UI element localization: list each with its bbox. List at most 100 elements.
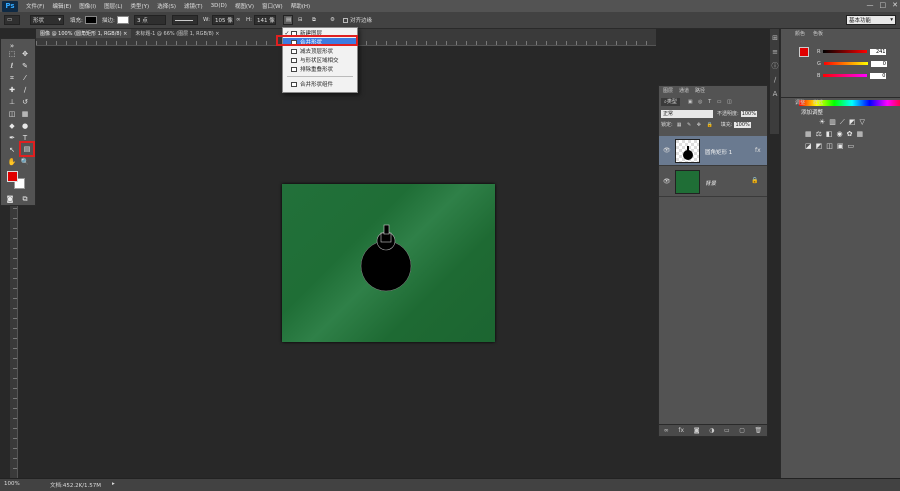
- chevron-right-icon[interactable]: ▸: [112, 481, 115, 487]
- menu-help[interactable]: 帮助(H): [291, 2, 310, 10]
- fill-field[interactable]: 100%: [734, 121, 751, 128]
- color-panel-foreground[interactable]: [799, 47, 809, 57]
- tab-styles[interactable]: 样式: [813, 99, 823, 106]
- tab-color[interactable]: 颜色: [795, 30, 805, 37]
- dodge-tool-icon[interactable]: ●: [20, 121, 30, 131]
- trash-icon[interactable]: 🗑: [755, 427, 763, 434]
- opacity-field[interactable]: 100%: [740, 110, 757, 117]
- photo-filter-icon[interactable]: ◉: [837, 130, 843, 138]
- character-panel-icon[interactable]: A: [770, 89, 780, 99]
- properties-panel-icon[interactable]: ≡: [770, 47, 780, 57]
- stamp-tool-icon[interactable]: ⊥: [7, 97, 17, 107]
- exposure-icon[interactable]: ◩: [849, 118, 856, 127]
- menu-image[interactable]: 图像(I): [79, 2, 96, 10]
- move-tool-icon[interactable]: ✥: [20, 49, 30, 59]
- gear-icon[interactable]: ⚙: [330, 15, 335, 25]
- blur-tool-icon[interactable]: ◆: [7, 121, 17, 131]
- blue-slider[interactable]: B 0: [817, 72, 900, 79]
- brush-tool-icon[interactable]: ∕: [20, 85, 30, 95]
- group-icon[interactable]: ▭: [724, 427, 730, 434]
- fill-control[interactable]: 填充:: [70, 15, 97, 25]
- crop-tool-icon[interactable]: ⌗: [7, 73, 17, 83]
- black-white-icon[interactable]: ◧: [826, 130, 833, 138]
- eye-icon[interactable]: 👁: [663, 147, 671, 154]
- eraser-tool-icon[interactable]: ◫: [7, 109, 17, 119]
- filter-icons[interactable]: ▣ ◎ T ▭ ◫: [688, 99, 734, 105]
- width-field[interactable]: W: 105 像: [203, 15, 234, 25]
- fx-icon[interactable]: fx: [678, 427, 684, 434]
- menu-window[interactable]: 窗口(W): [262, 2, 283, 10]
- marquee-tool-icon[interactable]: ⬚: [7, 49, 17, 59]
- info-panel-icon[interactable]: ⓘ: [770, 61, 780, 71]
- gradient-map-icon[interactable]: ▭: [848, 142, 855, 150]
- posterize-icon[interactable]: ◩: [816, 142, 823, 150]
- align-edges-checkbox[interactable]: 对齐边缘: [343, 15, 372, 25]
- layer-rounded-rect-1[interactable]: 👁 圆角矩形 1 fx: [659, 136, 767, 166]
- menu-intersect-shape-areas[interactable]: 与形状区域相交: [283, 56, 357, 64]
- tab-adjustments[interactable]: 调整: [795, 99, 805, 106]
- channel-mixer-icon[interactable]: ✿: [847, 130, 853, 138]
- quick-select-tool-icon[interactable]: ✎: [20, 61, 30, 71]
- link-icon[interactable]: ∞: [236, 15, 241, 25]
- new-layer-icon[interactable]: ▢: [739, 427, 745, 434]
- menu-merge-shape-components[interactable]: 合并形状组件: [283, 80, 357, 88]
- menu-filter[interactable]: 滤镜(T): [184, 2, 203, 10]
- menu-layer[interactable]: 图层(L): [104, 2, 122, 10]
- blend-mode-select[interactable]: 正常: [661, 109, 713, 118]
- gradient-tool-icon[interactable]: ▦: [20, 109, 30, 119]
- hue-saturation-icon[interactable]: ▦: [805, 130, 812, 138]
- adjustment-layer-icon[interactable]: ◑: [709, 427, 714, 434]
- zoom-tool-icon[interactable]: 🔍: [20, 157, 30, 167]
- path-select-tool-icon[interactable]: ↖: [7, 145, 17, 155]
- minimize-icon[interactable]: —: [867, 1, 874, 9]
- tab-untitled-1[interactable]: 未标题-1 @ 66% (图层 1, RGB/8) ×: [131, 29, 223, 38]
- stroke-control[interactable]: 描边:: [102, 15, 129, 25]
- workspace-select[interactable]: 基本功能 ▾: [846, 15, 896, 25]
- green-slider[interactable]: G 0: [817, 60, 900, 67]
- path-arrangement-button[interactable]: ⧉: [312, 15, 316, 25]
- maximize-icon[interactable]: □: [880, 1, 887, 9]
- document-canvas[interactable]: [282, 184, 495, 342]
- layer-background[interactable]: 👁 背景 🔒: [659, 167, 767, 197]
- history-panel-icon[interactable]: ⊞: [770, 33, 780, 43]
- threshold-icon[interactable]: ◫: [826, 142, 833, 150]
- stroke-width-field[interactable]: 3 点: [134, 15, 166, 25]
- menu-subtract-front-shape[interactable]: 减去顶层形状: [283, 47, 357, 55]
- brush-panel-icon[interactable]: ∕: [770, 75, 780, 85]
- menu-3d[interactable]: 3D(D): [211, 3, 227, 9]
- fx-icon[interactable]: fx: [755, 147, 761, 154]
- tab-layers[interactable]: 图层: [663, 87, 673, 94]
- mode-select[interactable]: 形状 ▾: [30, 15, 64, 25]
- selective-color-icon[interactable]: ▣: [837, 142, 844, 150]
- levels-icon[interactable]: ▥: [829, 118, 836, 127]
- menu-edit[interactable]: 编辑(E): [52, 2, 71, 10]
- quick-mask-icon[interactable]: ◙: [5, 194, 15, 204]
- path-alignment-button[interactable]: ⊟: [298, 15, 303, 25]
- stroke-swatch[interactable]: [116, 16, 129, 24]
- tab-channels[interactable]: 通道: [679, 87, 689, 94]
- hand-tool-icon[interactable]: ✋: [7, 157, 17, 167]
- menu-type[interactable]: 类型(Y): [131, 2, 150, 10]
- curves-icon[interactable]: ⟋: [840, 118, 845, 127]
- history-brush-icon[interactable]: ↺: [20, 97, 30, 107]
- kind-filter[interactable]: ⌕ 类型: [661, 97, 680, 106]
- color-lookup-icon[interactable]: ▦: [857, 130, 864, 138]
- brightness-icon[interactable]: ☀: [819, 118, 825, 127]
- link-layers-icon[interactable]: ∞: [664, 427, 669, 434]
- menu-select[interactable]: 选择(S): [157, 2, 176, 10]
- screen-mode-icon[interactable]: ⧉: [20, 194, 30, 204]
- menu-file[interactable]: 文件(F): [26, 2, 44, 10]
- tab-swatches[interactable]: 色板: [813, 30, 823, 37]
- red-slider[interactable]: R 241: [817, 48, 900, 55]
- lasso-tool-icon[interactable]: ℓ: [7, 61, 17, 71]
- stroke-type-select[interactable]: [172, 15, 198, 25]
- invert-icon[interactable]: ◪: [805, 142, 812, 150]
- eyedropper-tool-icon[interactable]: ⁄: [20, 73, 30, 83]
- lock-icons[interactable]: ▦ ✎ ✥ 🔒: [677, 122, 715, 128]
- tool-preset-picker[interactable]: ▭: [4, 15, 20, 25]
- healing-brush-icon[interactable]: ✚: [7, 85, 17, 95]
- path-operations-button[interactable]: ▤: [283, 15, 293, 25]
- tab-paths[interactable]: 路径: [695, 87, 705, 94]
- pen-tool-icon[interactable]: ✒: [7, 133, 17, 143]
- height-field[interactable]: H: 141 像: [246, 15, 276, 25]
